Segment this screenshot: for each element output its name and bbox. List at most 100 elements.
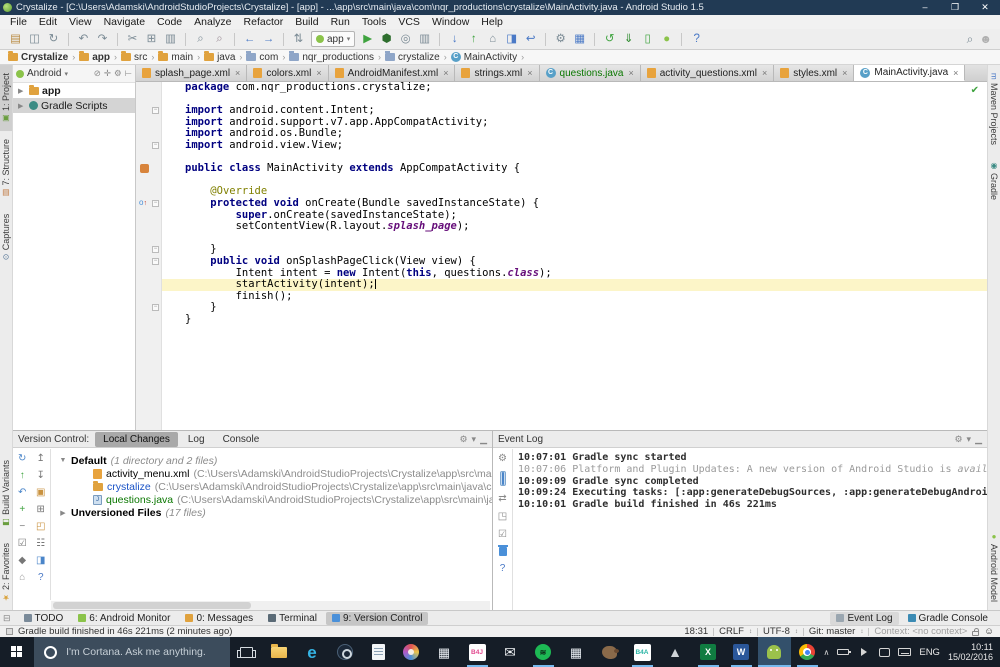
status-vcs-branch[interactable]: Git: master	[809, 626, 855, 637]
refresh-icon[interactable]: ↻	[18, 453, 26, 464]
project-item-gradle-scripts[interactable]: ▶ Gradle Scripts	[13, 98, 135, 113]
redo-button[interactable]: ↷	[93, 30, 112, 49]
clear-log-icon[interactable]	[497, 545, 508, 556]
word-icon[interactable]: W	[725, 637, 758, 667]
editor-tab-strings-xml[interactable]: strings.xml ×	[455, 65, 540, 81]
calculator-icon[interactable]: ▦	[428, 637, 461, 667]
maximize-button[interactable]: ❐	[940, 0, 970, 15]
close-tab-icon[interactable]: ×	[842, 68, 847, 78]
touch-keyboard-icon[interactable]	[898, 648, 912, 656]
android-device-monitor-button[interactable]: ●	[657, 30, 676, 49]
tool-window-button-gradle-console[interactable]: Gradle Console	[902, 612, 994, 625]
hide-panel-icon[interactable]: ▁	[975, 434, 982, 445]
chevron-down-icon[interactable]: ▾	[967, 434, 972, 445]
editor-tab-styles-xml[interactable]: styles.xml ×	[774, 65, 855, 81]
breadcrumb-item-app[interactable]: app	[79, 51, 110, 63]
breadcrumb-item-crystalize[interactable]: crystalize	[385, 51, 440, 63]
cortana-search-box[interactable]: I'm Cortana. Ask me anything.	[34, 637, 230, 667]
mail-icon[interactable]: ✉	[494, 637, 527, 667]
start-button[interactable]	[0, 637, 34, 667]
menu-help[interactable]: Help	[475, 15, 509, 29]
steam-icon[interactable]	[329, 637, 362, 667]
clock[interactable]: 10:11 15/02/2016	[948, 642, 993, 662]
tool-button-1-project[interactable]: ▣ 1: Project	[0, 65, 12, 132]
status-caret-position[interactable]: 18:31	[684, 626, 708, 637]
project-structure-button[interactable]: ▦	[570, 30, 589, 49]
close-tab-icon[interactable]: ×	[762, 68, 767, 78]
add-icon[interactable]: +	[19, 504, 25, 515]
locate-icon[interactable]: ✛	[104, 68, 111, 79]
close-tab-icon[interactable]: ×	[527, 68, 532, 78]
project-item-app[interactable]: ▶ app	[13, 83, 135, 98]
breadcrumb-item-src[interactable]: src	[121, 51, 147, 63]
inspection-profile-icon[interactable]: ☺	[984, 626, 994, 637]
debug-button[interactable]: ⬢	[377, 30, 396, 49]
revert-icon[interactable]: ↶	[18, 487, 26, 498]
commit-icon[interactable]: ↑	[20, 470, 25, 481]
gear-icon[interactable]: ⚙	[114, 68, 122, 79]
tool-button-2-favorites[interactable]: ★ 2: Favorites	[0, 535, 12, 610]
fold-marker-icon[interactable]: −	[152, 199, 159, 207]
open-project-button[interactable]: ▤	[6, 30, 25, 49]
replace-button[interactable]: ⌕	[210, 30, 229, 49]
menu-view[interactable]: View	[63, 15, 98, 29]
tool-button-gradle[interactable]: ◉ Gradle	[988, 153, 1000, 208]
vcs-update-button[interactable]: ↓	[445, 30, 464, 49]
paint-icon[interactable]	[395, 637, 428, 667]
override-marker-icon[interactable]: o↑	[139, 198, 147, 207]
forward-button[interactable]: →	[259, 30, 278, 49]
fold-marker-icon[interactable]: −	[152, 304, 159, 312]
breadcrumb-item-nqr-productions[interactable]: nqr_productions	[289, 51, 374, 63]
gear-icon[interactable]: ⚙	[459, 434, 467, 445]
expand-arrow-icon[interactable]: ▶	[18, 102, 26, 110]
details-icon[interactable]: ☷	[36, 538, 45, 549]
mark-read-icon[interactable]: ☑	[498, 529, 507, 540]
save-all-button[interactable]: ◫	[25, 30, 44, 49]
rollback-button[interactable]: ↩	[521, 30, 540, 49]
back-button[interactable]: ←	[240, 30, 259, 49]
action-center-icon[interactable]	[879, 647, 891, 657]
menu-vcs[interactable]: VCS	[392, 15, 426, 29]
class-marker-icon[interactable]	[140, 164, 149, 174]
tool-button-captures[interactable]: ⊙ Captures	[0, 206, 12, 268]
editor-tab-splash-page-xml[interactable]: splash_page.xml ×	[136, 65, 248, 81]
menu-edit[interactable]: Edit	[33, 15, 63, 29]
tool-window-button-terminal[interactable]: Terminal	[262, 612, 323, 625]
menu-tools[interactable]: Tools	[356, 15, 393, 29]
status-line-separator[interactable]: CRLF	[719, 626, 744, 637]
changelist-row-questions-java[interactable]: Jquestions.java (C:\Users\Adamski\Androi…	[51, 493, 492, 506]
tool-window-button-9-version-control[interactable]: 9: Version Control	[325, 611, 429, 625]
expand-arrow-icon[interactable]: ▶	[18, 87, 26, 95]
close-button[interactable]: ✕	[970, 0, 1000, 15]
tool-button-build-variants[interactable]: ⬒ Build Variants	[0, 452, 12, 535]
menu-window[interactable]: Window	[426, 15, 475, 29]
status-encoding[interactable]: UTF-8	[763, 626, 790, 637]
preview-diff-icon[interactable]: ◨	[36, 555, 45, 566]
sdk-manager-button[interactable]: ⇓	[619, 30, 638, 49]
gear-icon[interactable]: ⚙	[954, 434, 962, 445]
flatten-icon[interactable]: ◰	[36, 521, 45, 532]
changelist-row-activity-menu-xml[interactable]: activity_menu.xml (C:\Users\Adamski\Andr…	[51, 467, 492, 480]
vc-tab-console[interactable]: Console	[215, 432, 268, 447]
avd-manager-button[interactable]: ▯	[638, 30, 657, 49]
vcs-diff-button[interactable]: ◨	[502, 30, 521, 49]
paste-button[interactable]: ▥	[161, 30, 180, 49]
hide-panel-icon[interactable]: ▁	[480, 434, 487, 445]
run-button[interactable]: ▶	[358, 30, 377, 49]
wrap-lines-icon[interactable]: ⇄	[498, 493, 506, 504]
run-configuration-select[interactable]: app ▾	[311, 31, 356, 47]
fold-marker-icon[interactable]: −	[152, 246, 159, 254]
help-icon[interactable]: ?	[38, 572, 44, 583]
language-indicator[interactable]: ENG	[919, 647, 940, 658]
breadcrumb-item-mainactivity[interactable]: C MainActivity	[450, 52, 517, 63]
chevron-down-icon[interactable]: ▾	[472, 434, 477, 445]
vcs-commit-button[interactable]: ↑	[464, 30, 483, 49]
tool-window-button-6-android-monitor[interactable]: 6: Android Monitor	[72, 612, 176, 625]
fold-marker-icon[interactable]: −	[152, 107, 159, 115]
checkbox-icon[interactable]: ☑	[18, 538, 27, 549]
code-editor[interactable]: − − o↑ − − − − package com.nqr_productions.cry…	[136, 82, 987, 430]
changelist-row-default[interactable]: ▼ Default (1 directory and 2 files)	[51, 454, 492, 467]
balloon-notifications-icon-selected[interactable]	[499, 471, 506, 486]
settings-icon[interactable]: ⚙	[498, 453, 507, 464]
close-tab-icon[interactable]: ×	[316, 68, 321, 78]
